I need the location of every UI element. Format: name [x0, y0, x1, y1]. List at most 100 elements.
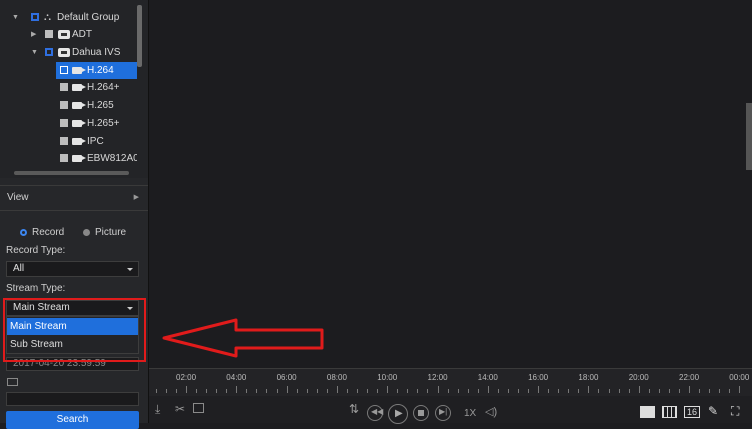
- camera-icon: [72, 155, 86, 162]
- device-icon: [58, 30, 70, 39]
- timeline-tick: [186, 386, 187, 393]
- stop-button[interactable]: [413, 405, 429, 421]
- checkbox-icon[interactable]: [45, 48, 53, 56]
- checkbox-icon[interactable]: [31, 13, 39, 21]
- layout-4-icon[interactable]: [640, 406, 655, 418]
- tree-item-label: Default Group: [57, 12, 120, 23]
- timeline-tick: [326, 389, 328, 393]
- clip-icon[interactable]: ✂: [175, 402, 185, 416]
- tree-item-dahua-ivs[interactable]: ▼ Dahua IVS: [28, 44, 138, 61]
- expand-arrow-icon[interactable]: ▶: [31, 26, 41, 43]
- timeline-tick: [457, 389, 459, 393]
- collapse-arrow-icon[interactable]: ▼: [31, 44, 41, 61]
- tree-item-label: H.265+: [87, 118, 120, 129]
- radio-selected-icon: [20, 229, 27, 236]
- view-section[interactable]: View ▶: [0, 185, 148, 211]
- playback-controls: ⤓ ✂ ⇅ ◀◀ ▶ ▶| 1X ◁) 16 ✎ ⛶: [149, 396, 752, 424]
- radio-unselected-icon: [83, 229, 90, 236]
- search-button[interactable]: Search: [6, 411, 139, 429]
- fullscreen-icon[interactable]: ⛶: [731, 404, 739, 419]
- device-tree: ▼ ⛬ Default Group ▶ ADT ▼ Dahua IVS H.26…: [0, 0, 148, 178]
- device-icon: [58, 48, 70, 57]
- calendar-icon[interactable]: [7, 378, 18, 386]
- tree-vertical-scrollbar[interactable]: [137, 5, 142, 67]
- checkbox-icon[interactable]: [60, 66, 68, 74]
- timeline-tick: [175, 389, 177, 393]
- rewind-button[interactable]: ◀◀: [367, 405, 383, 421]
- picture-radio[interactable]: Picture: [83, 227, 133, 239]
- timeline-tick: [377, 389, 379, 393]
- timeline-tick: [497, 389, 499, 393]
- rewind-icon: ◀◀: [371, 407, 384, 416]
- timeline-tick-label: 16:00: [528, 373, 549, 382]
- play-button[interactable]: ▶: [388, 404, 408, 424]
- timeline-tick: [628, 389, 630, 393]
- timeline-tick: [407, 389, 409, 393]
- checkbox-icon[interactable]: [60, 83, 68, 91]
- video-player[interactable]: [149, 0, 752, 368]
- sync-icon[interactable]: ⇅: [349, 402, 359, 416]
- next-frame-button[interactable]: ▶|: [435, 405, 451, 421]
- checkbox-icon[interactable]: [45, 30, 53, 38]
- snapshot-icon[interactable]: [193, 403, 204, 413]
- timeline-tick: [276, 389, 278, 393]
- timeline-tick: [739, 386, 741, 393]
- tree-item-h264[interactable]: H.264: [56, 62, 137, 79]
- collapse-arrow-icon[interactable]: ▼: [12, 9, 22, 26]
- side-panel-handle[interactable]: [746, 103, 752, 170]
- stop-icon: [418, 410, 424, 416]
- timeline-tick: [387, 386, 389, 393]
- chevron-right-icon: ▶: [133, 194, 139, 201]
- record-type-value: All: [13, 263, 25, 274]
- timeline-tick: [155, 389, 157, 393]
- camera-icon: [72, 102, 86, 109]
- checkbox-icon[interactable]: [60, 137, 68, 145]
- tree-item-ebw812a0[interactable]: EBW812A0: [56, 150, 137, 167]
- timeline-tick: [568, 389, 570, 393]
- layout-9-icon[interactable]: [662, 406, 677, 418]
- tree-item-h265-plus[interactable]: H.265+: [56, 115, 137, 132]
- tree-horizontal-scrollbar[interactable]: [14, 171, 129, 175]
- timeline-tick: [618, 389, 620, 393]
- timeline-tick: [598, 389, 600, 393]
- timeline-tick: [367, 389, 369, 393]
- record-radio[interactable]: Record: [20, 227, 70, 239]
- timeline-tick: [437, 386, 439, 393]
- tree-item-ipc[interactable]: IPC: [56, 133, 137, 150]
- playback-timeline[interactable]: 02:00 04:00 06:00 08:00 10:00 12:00 14:00 16:00…: [149, 368, 752, 397]
- download-icon[interactable]: ⤓: [155, 402, 160, 417]
- volume-icon[interactable]: ◁): [485, 405, 497, 418]
- timeline-tick-label: 08:00: [326, 373, 347, 382]
- timeline-tick: [266, 389, 268, 393]
- timeline-tick-label: 02:00: [176, 373, 197, 382]
- tree-item-label: EBW812A0: [87, 153, 137, 164]
- tree-item-adt[interactable]: ▶ ADT: [28, 26, 138, 43]
- timeline-tick-label: 12:00: [427, 373, 448, 382]
- edit-icon[interactable]: ✎: [708, 404, 718, 418]
- timeline-tick-label: 00:00: [729, 373, 750, 382]
- record-type-select[interactable]: All: [6, 261, 139, 277]
- speed-label[interactable]: 1X: [464, 408, 476, 419]
- tree-item-default-group[interactable]: ▼ ⛬ Default Group: [12, 9, 142, 26]
- timeline-tick: [608, 389, 610, 393]
- timeline-tick: [538, 386, 540, 393]
- camera-icon: [72, 120, 86, 127]
- timeline-tick: [447, 389, 449, 393]
- checkbox-icon[interactable]: [60, 154, 68, 162]
- checkbox-icon[interactable]: [60, 119, 68, 127]
- timeline-tick: [678, 389, 680, 393]
- timeline-tick: [558, 389, 560, 393]
- filter-field[interactable]: [6, 392, 139, 406]
- timeline-tick-label: 20:00: [628, 373, 649, 382]
- timeline-tick: [689, 386, 690, 393]
- timeline-tick-label: 22:00: [679, 373, 700, 382]
- timeline-tick-label: 04:00: [226, 373, 247, 382]
- timeline-tick: [699, 389, 701, 393]
- layout-16-icon[interactable]: 16: [684, 406, 700, 418]
- caret-down-icon: [127, 268, 133, 271]
- tree-item-h264-plus[interactable]: H.264+: [56, 79, 137, 96]
- tree-item-h265[interactable]: H.265: [56, 97, 137, 114]
- checkbox-icon[interactable]: [60, 101, 68, 109]
- timeline-tick: [206, 389, 208, 393]
- timeline-tick-label: 18:00: [578, 373, 599, 382]
